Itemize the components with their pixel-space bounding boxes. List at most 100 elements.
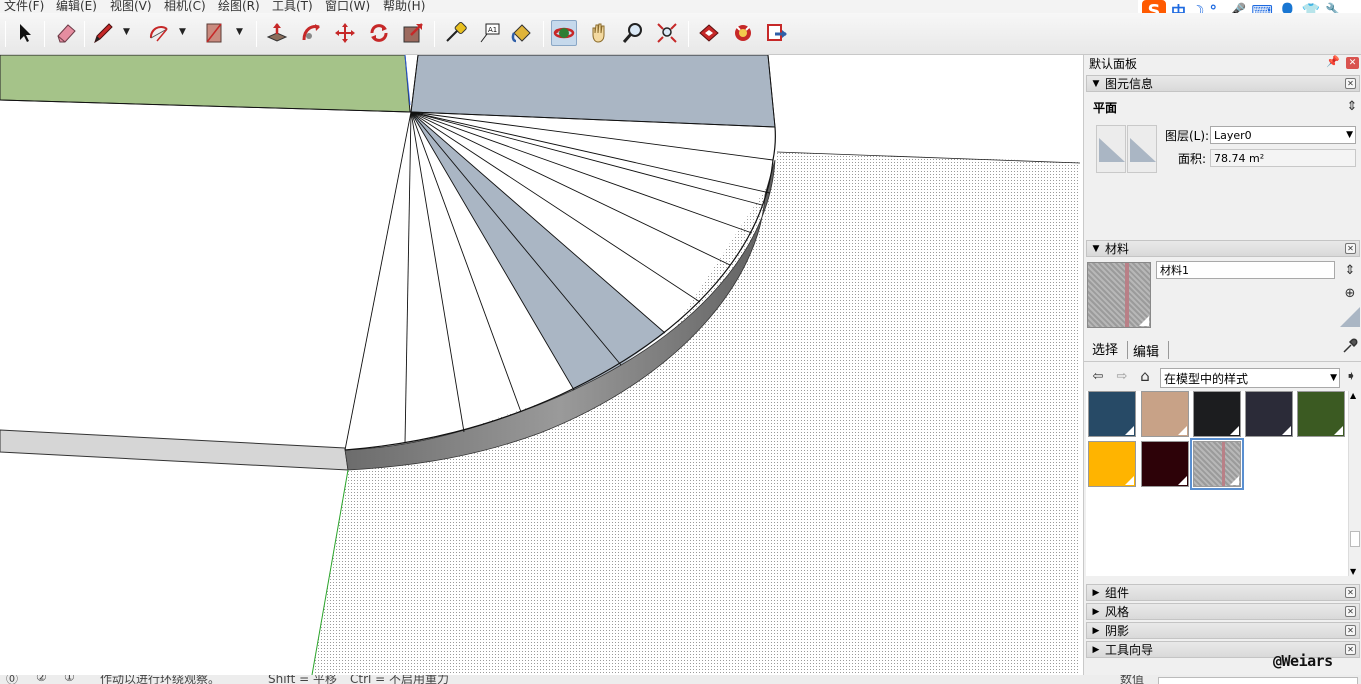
model-scene — [0, 55, 1080, 675]
expand-details-icon[interactable]: ⇕ — [1344, 98, 1360, 114]
styles-section-title: 风格 — [1105, 605, 1130, 619]
material-swatch[interactable] — [1088, 441, 1136, 487]
back-material-thumb[interactable] — [1127, 125, 1157, 173]
toolbar-grip[interactable] — [5, 21, 6, 47]
scale-tool-button[interactable] — [400, 20, 426, 46]
rotate-tool-button[interactable] — [366, 20, 392, 46]
tape-measure-tool-button[interactable] — [442, 20, 468, 46]
components-button[interactable] — [730, 20, 756, 46]
measurements-input[interactable] — [1158, 677, 1358, 684]
layer-select[interactable]: Layer0 ▼ — [1210, 126, 1356, 144]
rectangle-icon — [206, 23, 222, 43]
credits-icon[interactable]: ② — [36, 675, 47, 684]
share-model-button[interactable] — [764, 20, 790, 46]
paint-bucket-icon — [511, 24, 531, 43]
components-close-icon[interactable]: ✕ — [1345, 587, 1356, 598]
scale-icon — [403, 23, 423, 43]
pin-icon[interactable]: 📌 — [1326, 55, 1340, 68]
expand-triangle-icon: ▶ — [1092, 606, 1100, 617]
shadows-close-icon[interactable]: ✕ — [1345, 625, 1356, 636]
pan-tool-button[interactable] — [586, 20, 612, 46]
components-section-header[interactable]: ▶ 组件 ✕ — [1086, 584, 1360, 601]
materials-close-icon[interactable]: ✕ — [1345, 243, 1356, 254]
back-arrow-icon[interactable]: ⇦ — [1090, 368, 1106, 384]
highlight-wedge-b — [411, 112, 621, 390]
entity-info-header[interactable]: ▼ 图元信息 ✕ — [1086, 75, 1360, 92]
help-icon[interactable]: ① — [64, 675, 75, 684]
create-material-icon[interactable]: ⊕ — [1342, 285, 1358, 301]
tray-title-bar: 默认面板 📌 ✕ — [1084, 55, 1361, 71]
tab-select[interactable]: 选择 — [1088, 339, 1123, 359]
home-icon[interactable]: ⌂ — [1137, 367, 1153, 385]
shadows-section-header[interactable]: ▶ 阴影 ✕ — [1086, 622, 1360, 639]
forward-arrow-icon[interactable]: ⇨ — [1114, 368, 1130, 384]
menu-window[interactable]: 窗口(W) — [325, 0, 370, 13]
material-swatch[interactable] — [1141, 391, 1189, 437]
swatch-scrollbar[interactable]: ▲ ▼ — [1348, 391, 1360, 576]
styles-section-header[interactable]: ▶ 风格 ✕ — [1086, 603, 1360, 620]
geo-location-icon[interactable]: ⓪ — [6, 675, 18, 684]
rectangle-tool-button[interactable] — [201, 20, 227, 46]
menu-draw[interactable]: 绘图(R) — [218, 0, 260, 13]
orbit-tool-button[interactable] — [551, 20, 577, 46]
scroll-thumb[interactable] — [1350, 531, 1360, 547]
layer-label: 图层(L): — [1165, 129, 1210, 143]
default-material-icon[interactable] — [1340, 307, 1360, 327]
preview-corner-icon — [1139, 316, 1149, 326]
material-swatch[interactable] — [1193, 391, 1241, 437]
text-tool-button[interactable]: A1 — [476, 20, 502, 46]
material-preview[interactable] — [1087, 262, 1151, 328]
select-tool-button[interactable] — [12, 20, 38, 46]
move-tool-button[interactable] — [332, 20, 358, 46]
collection-value: 在模型中的样式 — [1164, 371, 1249, 386]
entity-info-close-icon[interactable]: ✕ — [1345, 78, 1356, 89]
material-swatch-selected[interactable] — [1190, 438, 1244, 490]
status-bar: ⓪ ② ① 作动以进行环绕观察。 Shift = 平移 Ctrl = 不启用重力… — [0, 675, 1361, 684]
svg-text:A1: A1 — [488, 26, 497, 34]
paint-bucket-tool-button[interactable] — [508, 20, 534, 46]
back-material-icon — [1130, 138, 1156, 162]
styles-close-icon[interactable]: ✕ — [1345, 606, 1356, 617]
expand-triangle-icon: ▶ — [1092, 644, 1100, 655]
scroll-down-icon[interactable]: ▼ — [1350, 567, 1356, 576]
tray-close-icon[interactable]: ✕ — [1346, 57, 1359, 69]
menu-tools[interactable]: 工具(T) — [272, 0, 313, 13]
details-arrow-icon[interactable]: ➧ — [1343, 368, 1359, 384]
menu-help[interactable]: 帮助(H) — [383, 0, 425, 13]
material-swatch[interactable] — [1141, 441, 1189, 487]
pencil-dropdown-icon[interactable]: ▼ — [123, 27, 133, 37]
menu-file[interactable]: 文件(F) — [4, 0, 44, 13]
material-name-input[interactable]: 材料1 — [1156, 261, 1335, 279]
entity-info-title: 图元信息 — [1105, 77, 1154, 91]
scroll-up-icon[interactable]: ▲ — [1350, 391, 1356, 400]
front-material-thumb[interactable] — [1096, 125, 1126, 173]
toolbar-separator — [44, 21, 45, 47]
status-hint: 作动以进行环绕观察。 — [100, 675, 221, 684]
arc-tool-button[interactable] — [146, 20, 172, 46]
eraser-tool-button[interactable] — [53, 20, 79, 46]
materials-header[interactable]: ▼ 材料 ✕ — [1086, 240, 1360, 257]
zoom-tool-button[interactable] — [620, 20, 646, 46]
collapse-triangle-icon: ▼ — [1092, 243, 1100, 254]
menu-view[interactable]: 视图(V) — [110, 0, 152, 13]
menu-edit[interactable]: 编辑(E) — [56, 0, 97, 13]
eyedropper-icon[interactable] — [1342, 338, 1358, 354]
material-swatch[interactable] — [1088, 391, 1136, 437]
expand-triangle-icon: ▶ — [1092, 587, 1100, 598]
arc-dropdown-icon[interactable]: ▼ — [179, 27, 189, 37]
material-swatch[interactable] — [1297, 391, 1345, 437]
menu-camera[interactable]: 相机(C) — [164, 0, 206, 13]
zoom-extents-tool-button[interactable] — [654, 20, 680, 46]
material-swatch[interactable] — [1245, 391, 1293, 437]
instructor-close-icon[interactable]: ✕ — [1345, 644, 1356, 655]
collection-select[interactable]: 在模型中的样式 ▼ — [1160, 368, 1340, 388]
3d-warehouse-button[interactable] — [696, 20, 722, 46]
tab-edit[interactable]: 编辑 — [1129, 340, 1163, 360]
material-details-icon[interactable]: ⇕ — [1342, 262, 1358, 278]
chevron-down-icon: ▼ — [1330, 373, 1337, 383]
follow-me-tool-button[interactable] — [298, 20, 324, 46]
push-pull-tool-button[interactable] — [264, 20, 290, 46]
rectangle-dropdown-icon[interactable]: ▼ — [236, 27, 246, 37]
pencil-tool-button[interactable] — [90, 20, 116, 46]
drawing-viewport[interactable] — [0, 55, 1080, 675]
